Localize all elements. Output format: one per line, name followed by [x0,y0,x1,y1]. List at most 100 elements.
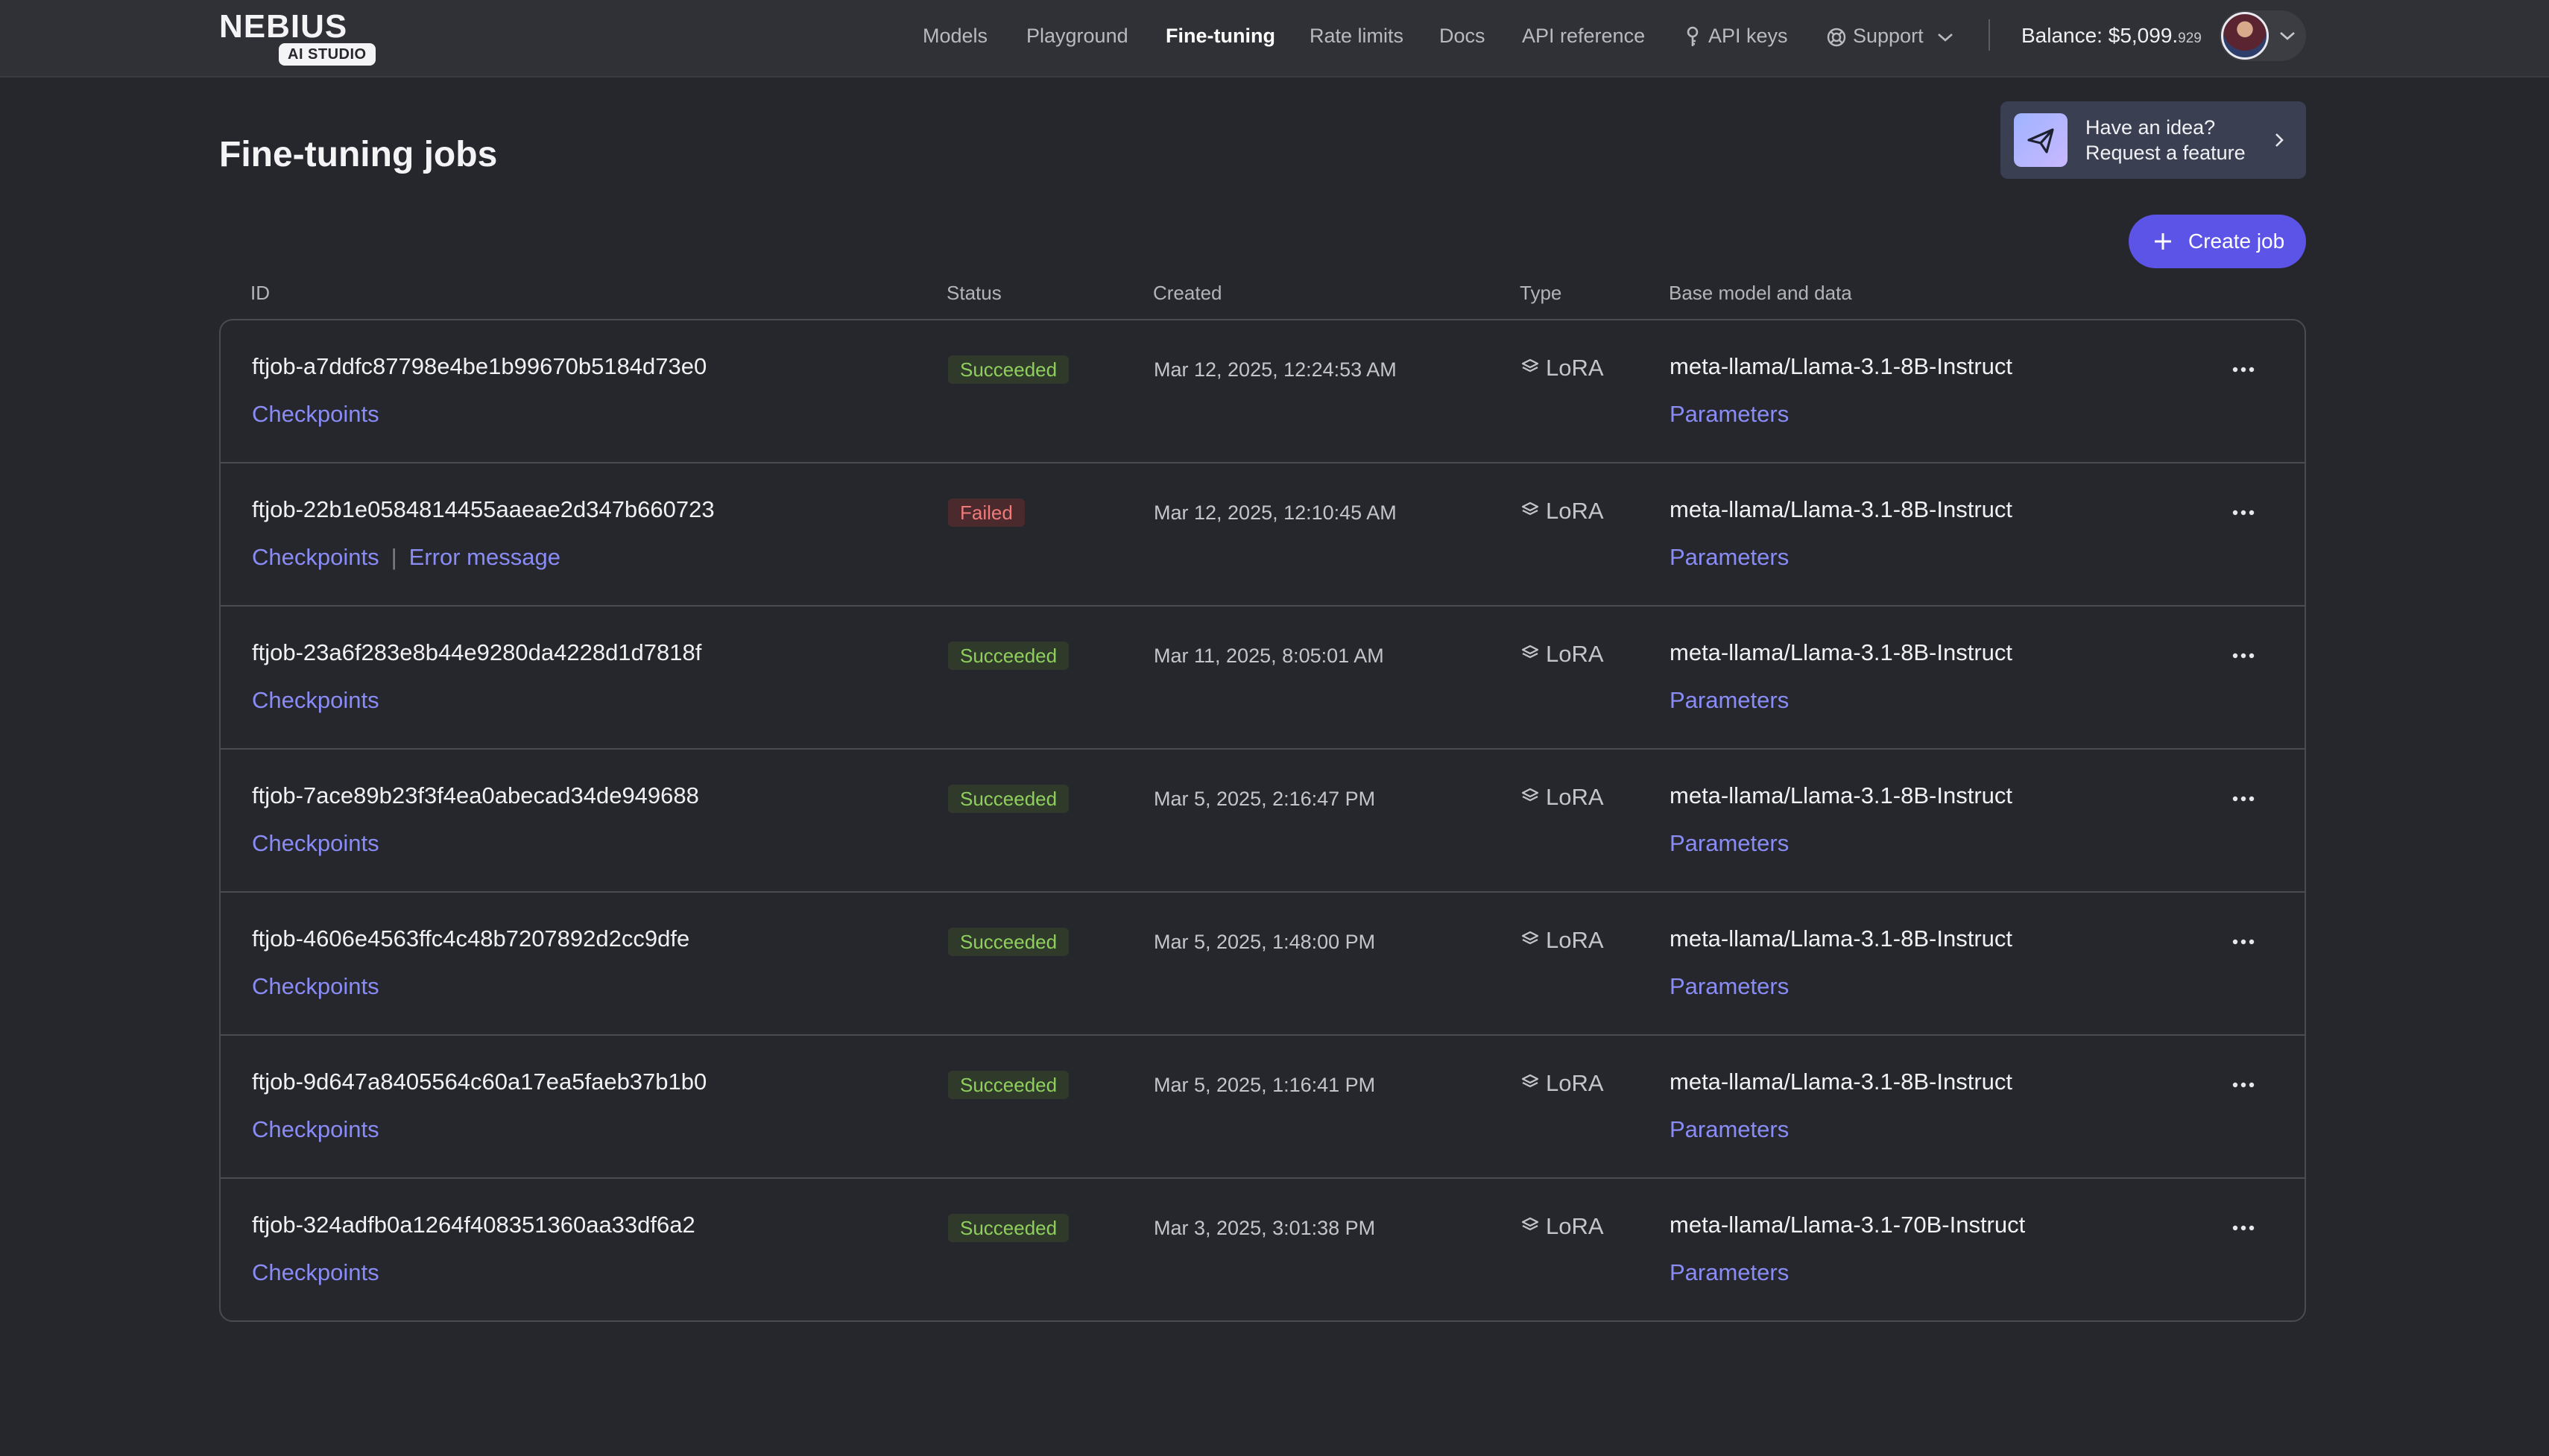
checkpoints-link[interactable]: Checkpoints [252,973,379,999]
lifebuoy-icon [1827,28,1846,47]
parameters-link[interactable]: Parameters [1670,1258,1789,1288]
job-type: LoRA [1520,1069,1604,1098]
chevron-down-icon [1938,33,1953,42]
job-type-label: LoRA [1546,1213,1604,1239]
parameters-link[interactable]: Parameters [1670,972,1789,1001]
status-badge: Succeeded [948,1071,1070,1099]
status-badge: Succeeded [948,1214,1070,1242]
parameters-link[interactable]: Parameters [1670,686,1789,715]
base-model: meta-llama/Llama-3.1-8B-Instruct [1670,782,2012,808]
parameters-link[interactable]: Parameters [1670,399,1789,429]
more-actions-button[interactable] [2221,928,2266,955]
checkpoints-link[interactable]: Checkpoints [252,544,379,570]
request-feature-card[interactable]: Have an idea? Request a feature [2000,101,2306,179]
nav-support[interactable]: Support [1826,22,1954,49]
row-links: Checkpoints [252,686,379,715]
nav-models[interactable]: Models [923,22,988,49]
table-row: ftjob-22b1e0584814455aaeae2d347b660723 C… [221,463,2305,607]
table-row: ftjob-9d647a8405564c60a17ea5faeb37b1b0 C… [221,1036,2305,1179]
nav-docs[interactable]: Docs [1439,22,1485,49]
more-horizontal-icon [2232,796,2255,802]
key-icon [1687,26,1699,46]
base-model: meta-llama/Llama-3.1-8B-Instruct [1670,496,2012,522]
error-message-link[interactable]: Error message [409,544,560,570]
job-type-label: LoRA [1546,355,1604,381]
job-id[interactable]: ftjob-9d647a8405564c60a17ea5faeb37b1b0 [252,1067,707,1097]
balance: Balance: $5,099.929 [2021,22,2202,52]
checkpoints-link[interactable]: Checkpoints [252,401,379,427]
job-id[interactable]: ftjob-324adfb0a1264f408351360aa33df6a2 [252,1210,695,1240]
created-date: Mar 12, 2025, 12:24:53 AM [1154,358,1397,381]
balance-cents: 929 [2178,31,2202,46]
more-actions-button[interactable] [2221,1072,2266,1098]
nav-support-label: Support [1853,25,1924,47]
more-actions-button[interactable] [2221,499,2266,526]
table-row: ftjob-7ace89b23f3f4ea0abecad34de949688 C… [221,750,2305,893]
nav-fine-tuning[interactable]: Fine-tuning [1166,22,1275,49]
job-id[interactable]: ftjob-4606e4563ffc4c48b7207892d2cc9dfe [252,924,689,954]
more-actions-button[interactable] [2221,1215,2266,1241]
chevron-down-icon [2280,32,2295,40]
job-type-label: LoRA [1546,641,1604,667]
checkpoints-link[interactable]: Checkpoints [252,1116,379,1142]
job-id[interactable]: ftjob-a7ddfc87798e4be1b99670b5184d73e0 [252,352,707,382]
page-title: Fine-tuning jobs [219,135,498,174]
job-id[interactable]: ftjob-22b1e0584814455aaeae2d347b660723 [252,495,715,525]
row-links: Checkpoints [252,972,379,1001]
more-horizontal-icon [2232,510,2255,516]
status-badge: Succeeded [948,642,1070,670]
layers-icon [1521,358,1539,373]
layers-icon [1521,931,1539,945]
job-id[interactable]: ftjob-7ace89b23f3f4ea0abecad34de949688 [252,781,699,811]
parameters-link[interactable]: Parameters [1670,542,1789,572]
row-links: Checkpoints [252,399,379,429]
layers-icon [1521,645,1539,659]
top-navbar: NEBIUS AI STUDIO Models Playground Fine-… [0,0,2549,77]
nav-api-keys[interactable]: API keys [1683,22,1788,49]
chevron-right-icon [2275,133,2284,147]
logo-badge: AI STUDIO [279,43,376,66]
parameters-link[interactable]: Parameters [1670,1115,1789,1145]
nebius-logo[interactable]: NEBIUS AI STUDIO [219,8,376,66]
created-date: Mar 11, 2025, 8:05:01 AM [1154,645,1384,667]
job-id[interactable]: ftjob-23a6f283e8b44e9280da4228d1d7818f [252,638,701,668]
checkpoints-link[interactable]: Checkpoints [252,830,379,856]
table-row: ftjob-4606e4563ffc4c48b7207892d2cc9dfe C… [221,893,2305,1036]
create-job-button[interactable]: Create job [2129,215,2306,268]
row-links: Checkpoints | Error message [252,542,560,572]
layers-icon [1521,788,1539,802]
job-type-label: LoRA [1546,498,1604,524]
checkpoints-link[interactable]: Checkpoints [252,687,379,713]
column-header-created: Created [1153,282,1222,304]
parameters-link[interactable]: Parameters [1670,829,1789,858]
layers-icon [1521,1074,1539,1088]
logo-wordmark: NEBIUS [219,8,348,45]
created-date: Mar 5, 2025, 1:16:41 PM [1154,1074,1376,1096]
status-badge: Succeeded [948,785,1070,813]
column-header-id: ID [250,282,270,304]
job-type-label: LoRA [1546,1070,1604,1096]
more-actions-button[interactable] [2221,356,2266,383]
more-horizontal-icon [2232,367,2255,373]
created-date: Mar 5, 2025, 2:16:47 PM [1154,788,1376,810]
nav-rate-limits[interactable]: Rate limits [1310,22,1403,49]
jobs-table: ftjob-a7ddfc87798e4be1b99670b5184d73e0 C… [219,319,2306,1322]
checkpoints-link[interactable]: Checkpoints [252,1259,379,1285]
created-date: Mar 12, 2025, 12:10:45 AM [1154,501,1397,524]
balance-amount: Balance: $5,099. [2021,24,2179,47]
link-separator: | [391,544,397,570]
account-menu[interactable] [2220,10,2306,61]
nav-playground[interactable]: Playground [1026,22,1128,49]
nav-api-reference[interactable]: API reference [1522,22,1645,49]
send-icon [2014,113,2068,167]
base-model: meta-llama/Llama-3.1-70B-Instruct [1670,1212,2026,1238]
feature-line-2: Request a feature [2085,142,2246,164]
job-type: LoRA [1520,1212,1604,1241]
more-horizontal-icon [2232,1225,2255,1231]
created-date: Mar 3, 2025, 3:01:38 PM [1154,1217,1376,1239]
column-header-status: Status [947,282,1002,304]
row-links: Checkpoints [252,1258,379,1288]
more-actions-button[interactable] [2221,642,2266,669]
more-actions-button[interactable] [2221,785,2266,812]
job-type: LoRA [1520,782,1604,812]
